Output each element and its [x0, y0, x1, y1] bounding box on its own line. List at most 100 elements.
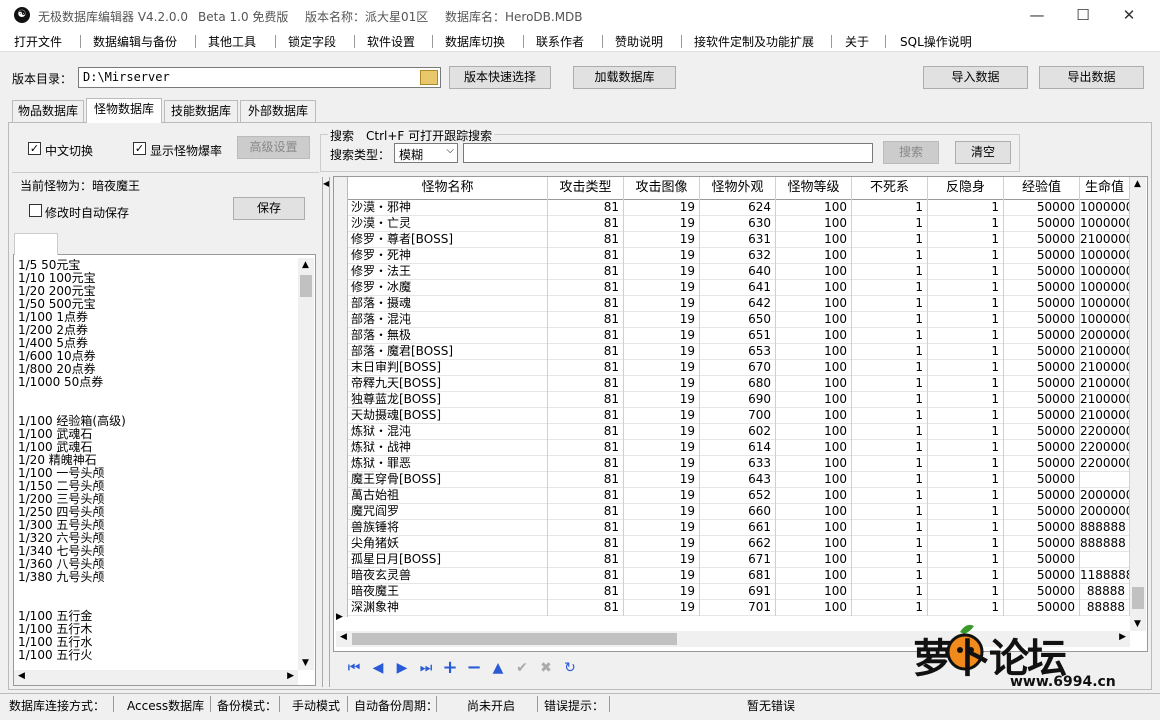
cell-attack-type[interactable]: 81: [548, 440, 624, 456]
cell-undead[interactable]: 1: [852, 216, 928, 232]
cell-undead[interactable]: 1: [852, 440, 928, 456]
cell-name[interactable]: 修罗・冰魔: [348, 280, 548, 296]
cell-hp[interactable]: 1000000: [1080, 312, 1130, 328]
dir-field[interactable]: D:\Mirserver: [78, 67, 441, 88]
table-row[interactable]: 暗夜魔王 81 19 691 100 1 1 50000 88888: [348, 584, 1130, 600]
cell-hp[interactable]: 21000000: [1080, 232, 1130, 248]
cell-level[interactable]: 100: [776, 232, 852, 248]
import-button[interactable]: 导入数据: [923, 66, 1028, 89]
drop-tab[interactable]: [14, 233, 58, 255]
scroll-thumb[interactable]: [300, 275, 312, 297]
autosave-checkbox[interactable]: [29, 204, 42, 217]
drop-list[interactable]: 1/5 50元宝 1/10 100元宝 1/20 200元宝 1/50 500元宝 1/…: [18, 259, 298, 669]
cell-attack-image[interactable]: 19: [624, 264, 700, 280]
minimize-icon[interactable]: —: [1014, 0, 1060, 31]
cell-exp[interactable]: 50000: [1004, 376, 1080, 392]
cell-anti-stealth[interactable]: 1: [928, 504, 1004, 520]
cell-undead[interactable]: 1: [852, 248, 928, 264]
cell-appearance[interactable]: 671: [700, 552, 776, 568]
cell-undead[interactable]: 1: [852, 280, 928, 296]
column-header-anti-stealth[interactable]: 反隐身: [928, 177, 1004, 200]
cell-level[interactable]: 100: [776, 536, 852, 552]
menu-about[interactable]: 关于: [845, 33, 869, 50]
cell-undead[interactable]: 1: [852, 488, 928, 504]
cell-attack-type[interactable]: 81: [548, 424, 624, 440]
cell-name[interactable]: 天劫摄魂[BOSS]: [348, 408, 548, 424]
cell-name[interactable]: 帝釋九天[BOSS]: [348, 376, 548, 392]
cell-attack-image[interactable]: 19: [624, 408, 700, 424]
table-row[interactable]: 修罗・法王 81 19 640 100 1 1 50000 1000000: [348, 264, 1130, 280]
cell-anti-stealth[interactable]: 1: [928, 584, 1004, 600]
cell-exp[interactable]: 50000: [1004, 488, 1080, 504]
cell-attack-type[interactable]: 81: [548, 472, 624, 488]
cell-undead[interactable]: 1: [852, 344, 928, 360]
cell-anti-stealth[interactable]: 1: [928, 344, 1004, 360]
cell-appearance[interactable]: 640: [700, 264, 776, 280]
cell-name[interactable]: 炼狱・战神: [348, 440, 548, 456]
cell-level[interactable]: 100: [776, 568, 852, 584]
cell-appearance[interactable]: 691: [700, 584, 776, 600]
cell-attack-type[interactable]: 81: [548, 376, 624, 392]
cell-attack-type[interactable]: 81: [548, 264, 624, 280]
cell-appearance[interactable]: 642: [700, 296, 776, 312]
cell-appearance[interactable]: 633: [700, 456, 776, 472]
cell-name[interactable]: 修罗・死神: [348, 248, 548, 264]
cell-appearance[interactable]: 690: [700, 392, 776, 408]
cell-hp[interactable]: 2200000: [1080, 440, 1130, 456]
cell-exp[interactable]: 50000: [1004, 216, 1080, 232]
search-type-select[interactable]: 模糊 ⌵: [394, 143, 458, 163]
scroll-right-icon[interactable]: ▶: [287, 671, 294, 681]
menu-open-file[interactable]: 打开文件: [14, 33, 62, 50]
cell-undead[interactable]: 1: [852, 536, 928, 552]
menu-custom[interactable]: 接软件定制及功能扩展: [694, 33, 814, 50]
cell-attack-type[interactable]: 81: [548, 584, 624, 600]
cell-name[interactable]: 部落・無极: [348, 328, 548, 344]
cell-level[interactable]: 100: [776, 488, 852, 504]
cell-anti-stealth[interactable]: 1: [928, 600, 1004, 616]
cell-name[interactable]: 末日审判[BOSS]: [348, 360, 548, 376]
drop-list-hscrollbar[interactable]: ◀ ▶: [14, 670, 298, 685]
table-row[interactable]: 兽族锤将 81 19 661 100 1 1 50000 888888: [348, 520, 1130, 536]
cell-appearance[interactable]: 660: [700, 504, 776, 520]
table-row[interactable]: 孤星日月[BOSS] 81 19 671 100 1 1 50000: [348, 552, 1130, 568]
cell-hp[interactable]: [1080, 472, 1130, 488]
cell-undead[interactable]: 1: [852, 200, 928, 216]
cell-anti-stealth[interactable]: 1: [928, 488, 1004, 504]
tab-items[interactable]: 物品数据库: [12, 100, 84, 122]
cell-name[interactable]: 独尊蓝龙[BOSS]: [348, 392, 548, 408]
menu-other-tools[interactable]: 其他工具: [208, 33, 256, 50]
cell-exp[interactable]: 50000: [1004, 440, 1080, 456]
cell-undead[interactable]: 1: [852, 328, 928, 344]
splitter[interactable]: ◀: [322, 177, 330, 687]
cell-name[interactable]: 部落・混沌: [348, 312, 548, 328]
cell-undead[interactable]: 1: [852, 472, 928, 488]
cell-attack-type[interactable]: 81: [548, 200, 624, 216]
cell-name[interactable]: 孤星日月[BOSS]: [348, 552, 548, 568]
cell-appearance[interactable]: 701: [700, 600, 776, 616]
cell-hp[interactable]: 1188888: [1080, 568, 1130, 584]
table-row[interactable]: 沙漠・亡灵 81 19 630 100 1 1 50000 1000000: [348, 216, 1130, 232]
tab-skills[interactable]: 技能数据库: [164, 100, 238, 122]
cell-name[interactable]: 部落・魔君[BOSS]: [348, 344, 548, 360]
cell-attack-image[interactable]: 19: [624, 216, 700, 232]
cell-appearance[interactable]: 662: [700, 536, 776, 552]
cell-attack-image[interactable]: 19: [624, 472, 700, 488]
cell-undead[interactable]: 1: [852, 232, 928, 248]
cell-hp[interactable]: 2200000: [1080, 456, 1130, 472]
cell-name[interactable]: 修罗・尊者[BOSS]: [348, 232, 548, 248]
cell-level[interactable]: 100: [776, 552, 852, 568]
table-row[interactable]: 部落・摄魂 81 19 642 100 1 1 50000 1000000: [348, 296, 1130, 312]
cell-anti-stealth[interactable]: 1: [928, 312, 1004, 328]
cell-level[interactable]: 100: [776, 360, 852, 376]
cell-appearance[interactable]: 681: [700, 568, 776, 584]
cell-appearance[interactable]: 661: [700, 520, 776, 536]
menu-contact[interactable]: 联系作者: [536, 33, 584, 50]
cell-exp[interactable]: 50000: [1004, 344, 1080, 360]
cell-attack-type[interactable]: 81: [548, 488, 624, 504]
remove-icon[interactable]: −: [465, 659, 483, 677]
cell-attack-type[interactable]: 81: [548, 392, 624, 408]
check-icon[interactable]: ✔: [513, 659, 531, 677]
cell-exp[interactable]: 50000: [1004, 328, 1080, 344]
quick-select-button[interactable]: 版本快速选择: [449, 66, 551, 89]
cell-level[interactable]: 100: [776, 392, 852, 408]
